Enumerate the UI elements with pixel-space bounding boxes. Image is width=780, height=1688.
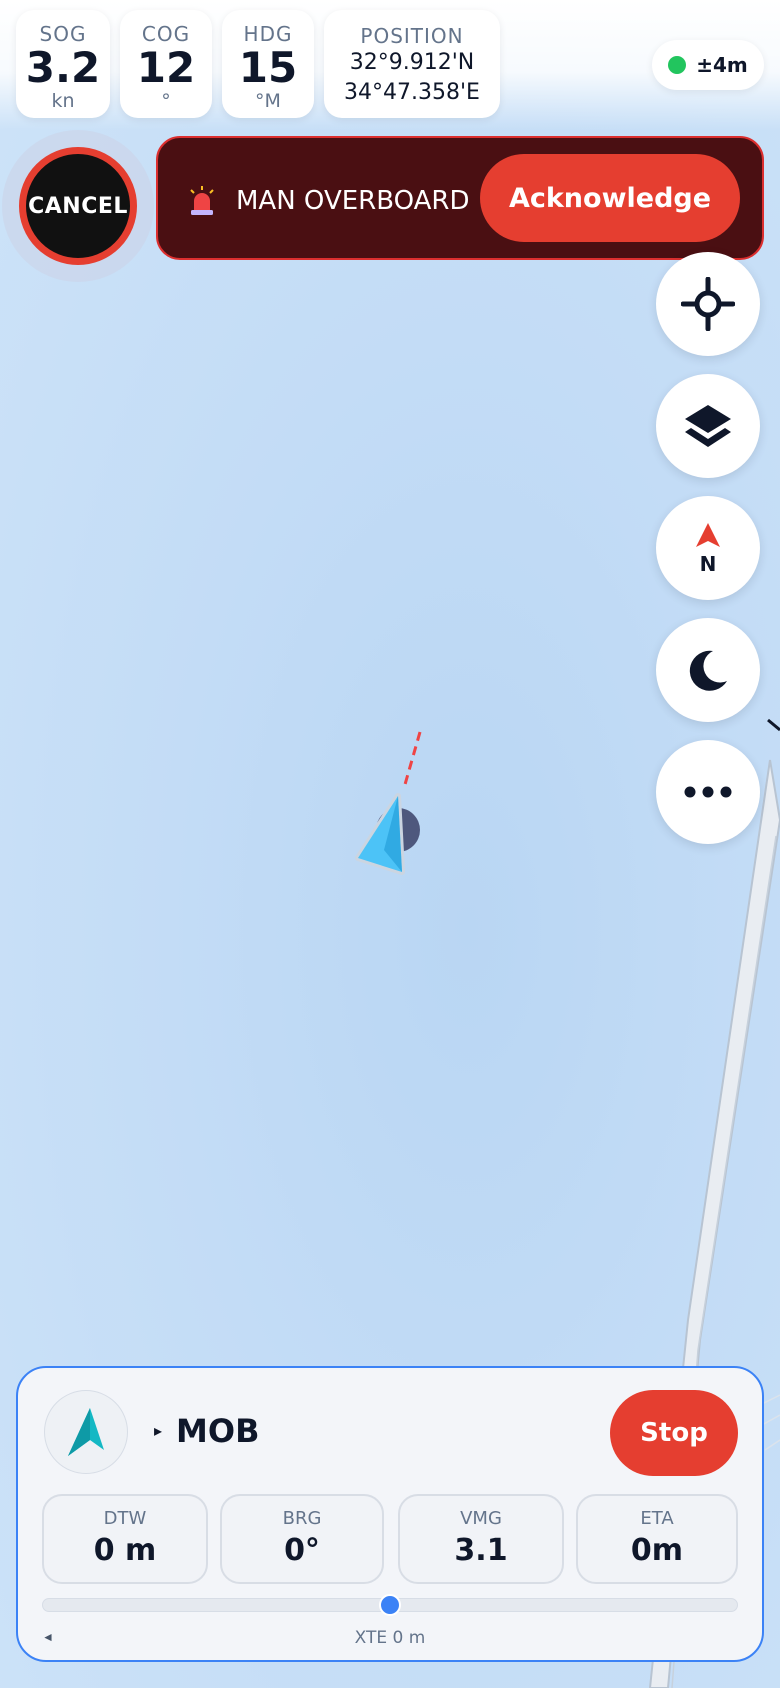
cancel-mob-button[interactable]: CANCEL xyxy=(19,147,137,265)
target-caret-icon: ▸ xyxy=(154,1423,163,1440)
moon-icon xyxy=(689,650,727,691)
boat-position-marker xyxy=(355,731,422,875)
latitude-value: 32°9.912'N xyxy=(349,50,475,75)
sog-card: SOG 3.2 kn xyxy=(16,10,110,118)
hdg-card: HDG 15 °M xyxy=(222,10,314,118)
eta-label: ETA xyxy=(640,1508,674,1529)
cog-value: 12 xyxy=(136,43,196,92)
longitude-value: 34°47.358'E xyxy=(344,80,480,105)
xte-label: XTE 0 m xyxy=(354,1628,426,1648)
dtw-value: 0 m xyxy=(93,1533,157,1568)
layers-icon xyxy=(685,405,731,447)
more-button[interactable] xyxy=(656,740,760,844)
ellipsis-icon xyxy=(684,786,732,798)
dtw-label: DTW xyxy=(103,1508,147,1529)
north-arrow-icon: N xyxy=(696,523,720,575)
night-mode-button[interactable] xyxy=(656,618,760,722)
sog-unit: kn xyxy=(51,90,75,112)
direction-arrow-icon xyxy=(68,1408,104,1456)
target-row: ▸ MOB xyxy=(154,1412,259,1450)
gps-accuracy-text: ±4m xyxy=(696,53,748,77)
mob-alarm-banner: MAN OVERBOARD Acknowledge xyxy=(156,136,764,260)
dtw-metric: DTW 0 m xyxy=(42,1494,208,1584)
north-up-button[interactable]: N xyxy=(656,496,760,600)
sog-value: 3.2 xyxy=(25,43,101,92)
crosshair-icon xyxy=(681,277,735,331)
stop-label: Stop xyxy=(640,1418,708,1448)
brg-value: 0° xyxy=(284,1533,320,1568)
cog-card: COG 12 ° xyxy=(120,10,212,118)
brg-metric: BRG 0° xyxy=(220,1494,384,1584)
hdg-unit: °M xyxy=(255,90,281,112)
cog-unit: ° xyxy=(161,90,171,112)
hdg-value: 15 xyxy=(238,43,298,92)
vmg-value: 3.1 xyxy=(454,1533,508,1568)
north-label: N xyxy=(700,552,717,575)
position-label: POSITION xyxy=(360,24,464,48)
brg-label: BRG xyxy=(282,1508,322,1529)
gps-accuracy-badge[interactable]: ±4m xyxy=(652,40,764,90)
eta-value: 0m xyxy=(630,1533,684,1568)
position-card: POSITION 32°9.912'N 34°47.358'E xyxy=(324,10,500,118)
vmg-metric: VMG 3.1 xyxy=(398,1494,564,1584)
acknowledge-button[interactable]: Acknowledge xyxy=(480,154,740,242)
navigation-panel: ▸ MOB Stop DTW 0 m BRG 0° VMG 3.1 ETA 0m… xyxy=(16,1366,764,1662)
navigation-direction-indicator xyxy=(44,1390,128,1474)
acknowledge-label: Acknowledge xyxy=(508,182,712,214)
layers-button[interactable] xyxy=(656,374,760,478)
vmg-label: VMG xyxy=(460,1508,502,1529)
target-name: MOB xyxy=(176,1412,260,1450)
eta-metric: ETA 0m xyxy=(576,1494,738,1584)
gps-status-dot xyxy=(668,56,687,74)
siren-icon xyxy=(190,186,214,215)
xte-indicator xyxy=(379,1594,401,1616)
stop-navigation-button[interactable]: Stop xyxy=(610,1390,738,1476)
alarm-title: MAN OVERBOARD xyxy=(236,186,470,216)
cancel-label: CANCEL xyxy=(28,193,128,219)
center-on-boat-button[interactable] xyxy=(656,252,760,356)
